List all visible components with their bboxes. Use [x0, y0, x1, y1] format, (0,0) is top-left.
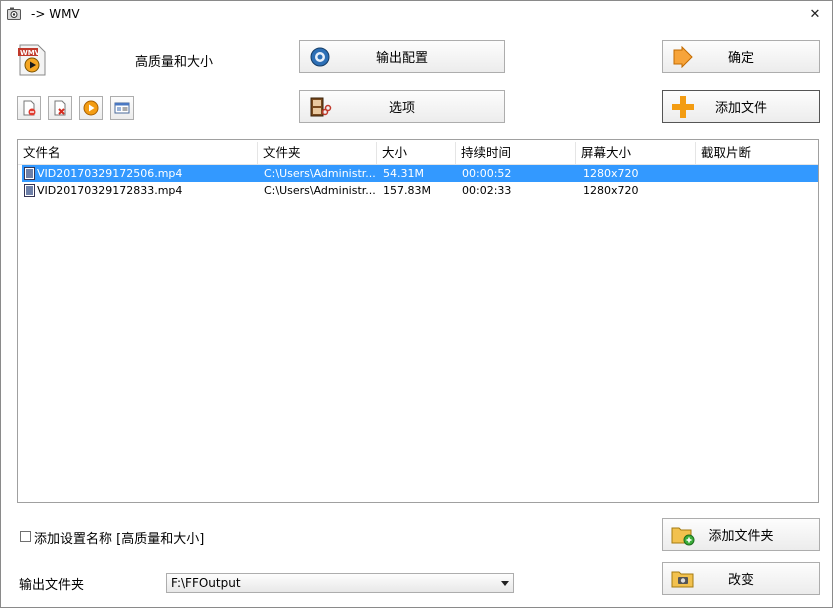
- cell-clip: [702, 165, 814, 182]
- output-config-button[interactable]: 输出配置: [299, 40, 505, 73]
- cell-filename: VID20170329172833.mp4: [37, 184, 183, 197]
- video-file-icon: [24, 167, 35, 180]
- media-info-button[interactable]: [110, 96, 134, 120]
- column-header-duration[interactable]: 持续时间: [456, 142, 576, 164]
- output-folder-value: F:\FFOutput: [171, 576, 241, 590]
- cell-folder: C:\Users\Administr...: [264, 167, 376, 180]
- column-header-filename[interactable]: 文件名: [18, 142, 258, 164]
- column-header-folder[interactable]: 文件夹: [258, 142, 377, 164]
- clear-list-icon: [54, 100, 66, 116]
- app-icon: [7, 7, 21, 20]
- change-button[interactable]: 改变: [662, 562, 820, 595]
- options-label: 选项: [388, 101, 415, 116]
- cell-duration: 00:02:33: [462, 184, 512, 197]
- chevron-down-icon: [501, 581, 509, 586]
- clear-list-button[interactable]: [48, 96, 72, 120]
- ok-label: 确定: [727, 51, 754, 66]
- change-label: 改变: [727, 573, 754, 588]
- cell-size: 157.83M: [383, 184, 431, 197]
- add-folder-button[interactable]: 添加文件夹: [662, 518, 820, 551]
- add-preset-name-checkbox[interactable]: [20, 531, 31, 542]
- file-list[interactable]: 文件名 文件夹 大小 持续时间 屏幕大小 截取片断 VID20170329172…: [17, 139, 819, 503]
- column-header-screen-size[interactable]: 屏幕大小: [576, 142, 696, 164]
- title-bar: -> WMV ✕: [1, 1, 832, 29]
- table-row[interactable]: VID20170329172833.mp4 C:\Users\Administr…: [22, 182, 818, 199]
- table-row[interactable]: VID20170329172506.mp4 C:\Users\Administr…: [22, 165, 818, 182]
- play-icon: [83, 100, 99, 116]
- cell-folder: C:\Users\Administr...: [264, 184, 376, 197]
- cell-size: 54.31M: [383, 167, 424, 180]
- converter-window: -> WMV ✕ WMV 高质量和大小 输出配置 选项 确定 添加文件 文件名 …: [0, 0, 833, 608]
- remove-file-icon: [23, 100, 36, 116]
- preset-name: 高质量和大小: [135, 55, 214, 70]
- cell-clip: [702, 182, 814, 199]
- add-file-button[interactable]: 添加文件: [662, 90, 820, 123]
- close-button[interactable]: ✕: [805, 5, 825, 25]
- video-file-icon: [24, 184, 35, 197]
- add-file-label: 添加文件: [714, 101, 767, 116]
- column-header-size[interactable]: 大小: [377, 142, 456, 164]
- media-info-icon: [114, 102, 130, 114]
- svg-text:WMV: WMV: [20, 49, 41, 57]
- cell-duration: 00:00:52: [462, 167, 512, 180]
- wmv-file-icon: WMV: [18, 44, 46, 76]
- cell-filename: VID20170329172506.mp4: [37, 167, 183, 180]
- output-folder-label: 输出文件夹: [19, 578, 85, 593]
- remove-file-button[interactable]: [17, 96, 41, 120]
- cell-screen-size: 1280x720: [583, 184, 639, 197]
- options-button[interactable]: 选项: [299, 90, 505, 123]
- play-button[interactable]: [79, 96, 103, 120]
- list-header: 文件名 文件夹 大小 持续时间 屏幕大小 截取片断: [18, 142, 818, 165]
- output-folder-dropdown[interactable]: F:\FFOutput: [166, 573, 514, 593]
- output-config-label: 输出配置: [375, 51, 428, 66]
- cell-screen-size: 1280x720: [583, 167, 639, 180]
- add-preset-name-label: 添加设置名称 [高质量和大小]: [34, 532, 205, 547]
- ok-button[interactable]: 确定: [662, 40, 820, 73]
- column-header-clip[interactable]: 截取片断: [696, 142, 818, 164]
- add-folder-label: 添加文件夹: [708, 529, 774, 544]
- window-title: -> WMV: [31, 7, 80, 21]
